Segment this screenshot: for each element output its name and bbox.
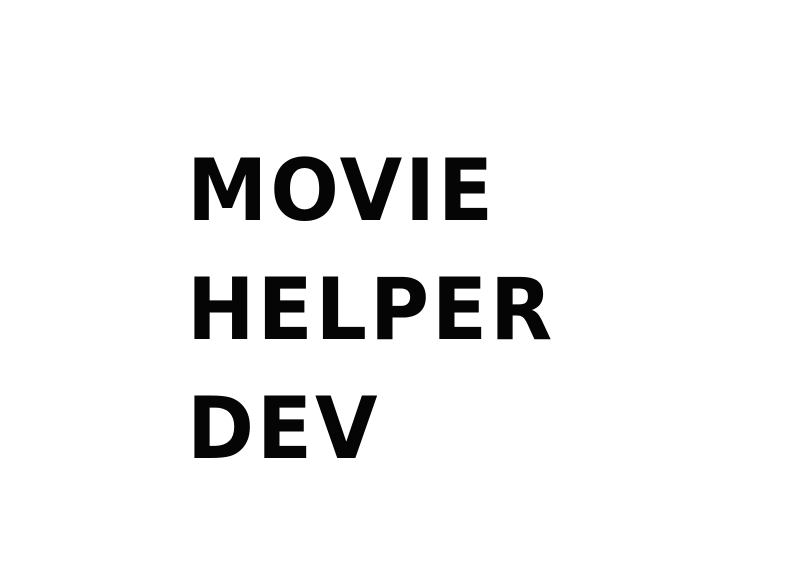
app-title-line-2: HELPER <box>187 260 556 360</box>
splash-screen: MOVIE HELPER DEV <box>0 0 788 567</box>
app-title-line-3: DEV <box>187 379 381 479</box>
app-title: MOVIE HELPER DEV <box>187 132 579 489</box>
app-title-line-1: MOVIE <box>187 141 496 241</box>
